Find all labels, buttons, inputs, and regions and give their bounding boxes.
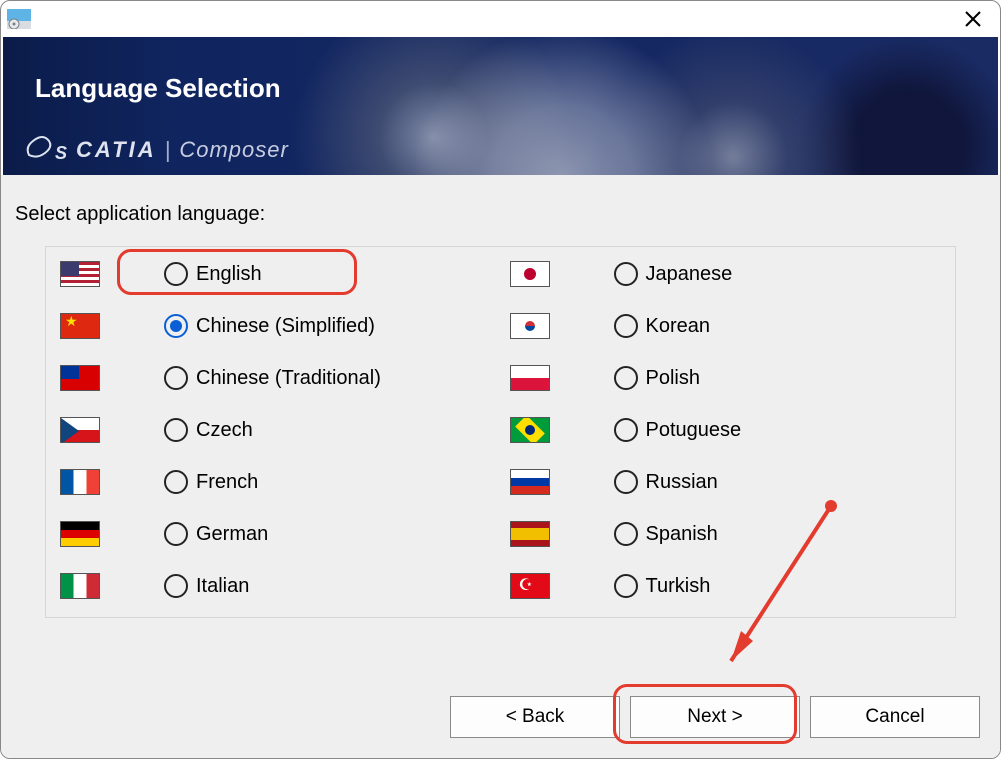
- radio-icon: [614, 522, 638, 546]
- language-label: Japanese: [646, 263, 733, 286]
- language-label: German: [196, 523, 268, 546]
- app-icon: [7, 9, 31, 29]
- radio-icon: [614, 574, 638, 598]
- flag-br-icon: [510, 417, 550, 443]
- language-option-tw[interactable]: Chinese (Traditional): [56, 365, 496, 391]
- flag-cn-icon: [60, 313, 100, 339]
- flag-tr-icon: [510, 573, 550, 599]
- flag-cz-icon: [60, 417, 100, 443]
- language-option-cn[interactable]: Chinese (Simplified): [56, 313, 496, 339]
- footer: < Back Next > Cancel: [1, 696, 1000, 748]
- language-radio-kr[interactable]: Korean: [614, 314, 711, 338]
- language-label: French: [196, 471, 258, 494]
- flag-es-icon: [510, 521, 550, 547]
- flag-tw-icon: [60, 365, 100, 391]
- titlebar: [1, 1, 1000, 37]
- language-radio-pl[interactable]: Polish: [614, 366, 700, 390]
- radio-icon: [164, 262, 188, 286]
- ds-logo-icon: S: [25, 135, 68, 164]
- language-option-kr[interactable]: Korean: [506, 313, 946, 339]
- cancel-button[interactable]: Cancel: [810, 696, 980, 738]
- language-label: Italian: [196, 575, 249, 598]
- close-icon: [964, 10, 982, 28]
- flag-it-icon: [60, 573, 100, 599]
- radio-icon: [164, 418, 188, 442]
- language-option-cz[interactable]: Czech: [56, 417, 496, 443]
- language-radio-it[interactable]: Italian: [164, 574, 249, 598]
- language-label: Potuguese: [646, 419, 742, 442]
- flag-ru-icon: [510, 469, 550, 495]
- language-label: Chinese (Traditional): [196, 367, 381, 390]
- language-label: Russian: [646, 471, 718, 494]
- language-option-de[interactable]: German: [56, 521, 496, 547]
- language-label: Korean: [646, 315, 711, 338]
- flag-us-icon: [60, 261, 100, 287]
- radio-icon: [164, 366, 188, 390]
- language-label: English: [196, 263, 262, 286]
- radio-icon: [614, 470, 638, 494]
- language-label: Chinese (Simplified): [196, 315, 375, 338]
- flag-jp-icon: [510, 261, 550, 287]
- brand-separator: |: [165, 137, 172, 163]
- language-option-jp[interactable]: Japanese: [506, 261, 946, 287]
- language-option-us[interactable]: English: [56, 261, 496, 287]
- language-option-pl[interactable]: Polish: [506, 365, 946, 391]
- language-radio-ru[interactable]: Russian: [614, 470, 718, 494]
- installer-window: Language Selection S CATIA | Composer Se…: [0, 0, 1001, 759]
- language-radio-br[interactable]: Potuguese: [614, 418, 742, 442]
- language-label: Czech: [196, 419, 253, 442]
- flag-de-icon: [60, 521, 100, 547]
- language-label: Turkish: [646, 575, 711, 598]
- language-radio-cz[interactable]: Czech: [164, 418, 253, 442]
- banner-brand: S CATIA | Composer: [25, 135, 289, 164]
- radio-icon: [614, 314, 638, 338]
- language-radio-us[interactable]: English: [164, 262, 262, 286]
- prompt-label: Select application language:: [15, 203, 956, 226]
- dialog-body: Select application language: English Chin…: [1, 175, 1000, 758]
- radio-icon: [164, 470, 188, 494]
- language-label: Spanish: [646, 523, 718, 546]
- radio-icon: [614, 262, 638, 286]
- language-option-tr[interactable]: Turkish: [506, 573, 946, 599]
- flag-kr-icon: [510, 313, 550, 339]
- language-radio-de[interactable]: German: [164, 522, 268, 546]
- language-label: Polish: [646, 367, 700, 390]
- language-option-it[interactable]: Italian: [56, 573, 496, 599]
- language-radio-tr[interactable]: Turkish: [614, 574, 711, 598]
- radio-icon: [164, 522, 188, 546]
- banner: Language Selection S CATIA | Composer: [3, 37, 998, 175]
- language-radio-jp[interactable]: Japanese: [614, 262, 733, 286]
- brand-composer: Composer: [179, 137, 288, 163]
- flag-pl-icon: [510, 365, 550, 391]
- radio-icon: [164, 574, 188, 598]
- language-option-ru[interactable]: Russian: [506, 469, 946, 495]
- brand-catia: CATIA: [76, 137, 157, 163]
- radio-icon: [614, 366, 638, 390]
- radio-icon: [164, 314, 188, 338]
- language-option-fr[interactable]: French: [56, 469, 496, 495]
- next-button[interactable]: Next >: [630, 696, 800, 738]
- back-button[interactable]: < Back: [450, 696, 620, 738]
- language-option-es[interactable]: Spanish: [506, 521, 946, 547]
- banner-title: Language Selection: [35, 73, 281, 104]
- radio-icon: [614, 418, 638, 442]
- language-radio-cn[interactable]: Chinese (Simplified): [164, 314, 375, 338]
- close-button[interactable]: [956, 2, 990, 36]
- language-option-br[interactable]: Potuguese: [506, 417, 946, 443]
- language-radio-es[interactable]: Spanish: [614, 522, 718, 546]
- flag-fr-icon: [60, 469, 100, 495]
- language-radio-fr[interactable]: French: [164, 470, 258, 494]
- language-radio-tw[interactable]: Chinese (Traditional): [164, 366, 381, 390]
- language-groupbox: English Chinese (Simplified) Chinese (Trad…: [45, 246, 956, 618]
